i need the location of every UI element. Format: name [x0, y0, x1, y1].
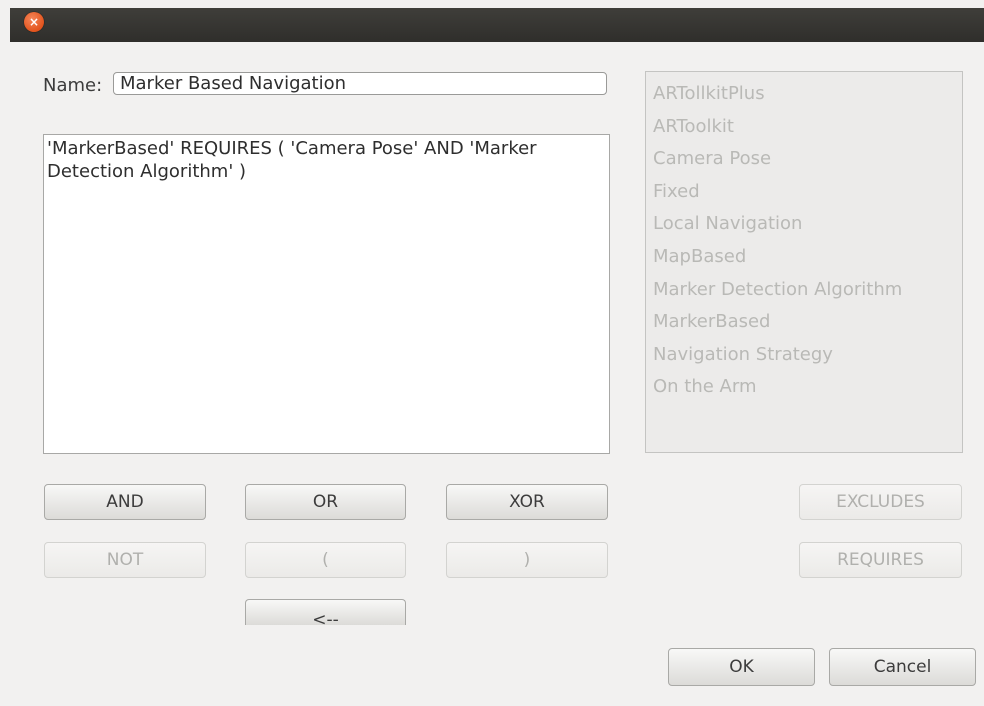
name-label: Name: [43, 75, 103, 96]
feature-list-item: Navigation Strategy [653, 343, 833, 365]
feature-list: ARTollkitPlus ARToolkit Camera Pose Fixe… [645, 71, 963, 453]
feature-list-item: MarkerBased [653, 311, 771, 333]
feature-list-item: Local Navigation [653, 213, 803, 235]
left-paren-button[interactable]: ( [245, 542, 406, 578]
cancel-button[interactable]: Cancel [829, 648, 976, 686]
feature-list-item: ARTollkitPlus [653, 83, 765, 104]
or-button[interactable]: OR [245, 484, 406, 520]
feature-list-item: On the Arm [653, 376, 757, 398]
expression-textarea[interactable]: 'MarkerBased' REQUIRES ( 'Camera Pose' A… [43, 134, 610, 454]
name-input[interactable] [113, 72, 607, 95]
not-button[interactable]: NOT [44, 542, 206, 578]
title-bar [10, 8, 984, 42]
backspace-button[interactable]: <-- [245, 599, 406, 625]
excludes-button[interactable]: EXCLUDES [799, 484, 962, 520]
feature-list-item: Fixed [653, 180, 700, 202]
feature-list-item: Marker Detection Algorithm [653, 278, 903, 300]
and-button[interactable]: AND [44, 484, 206, 520]
feature-list-item: ARToolkit [653, 115, 734, 137]
close-icon[interactable]: × [24, 12, 44, 32]
requires-button[interactable]: REQUIRES [799, 542, 962, 578]
ok-button[interactable]: OK [668, 648, 815, 686]
right-paren-button[interactable]: ) [446, 542, 608, 578]
feature-list-item: MapBased [653, 245, 747, 267]
feature-list-item: Camera Pose [653, 148, 772, 170]
xor-button[interactable]: XOR [446, 484, 608, 520]
